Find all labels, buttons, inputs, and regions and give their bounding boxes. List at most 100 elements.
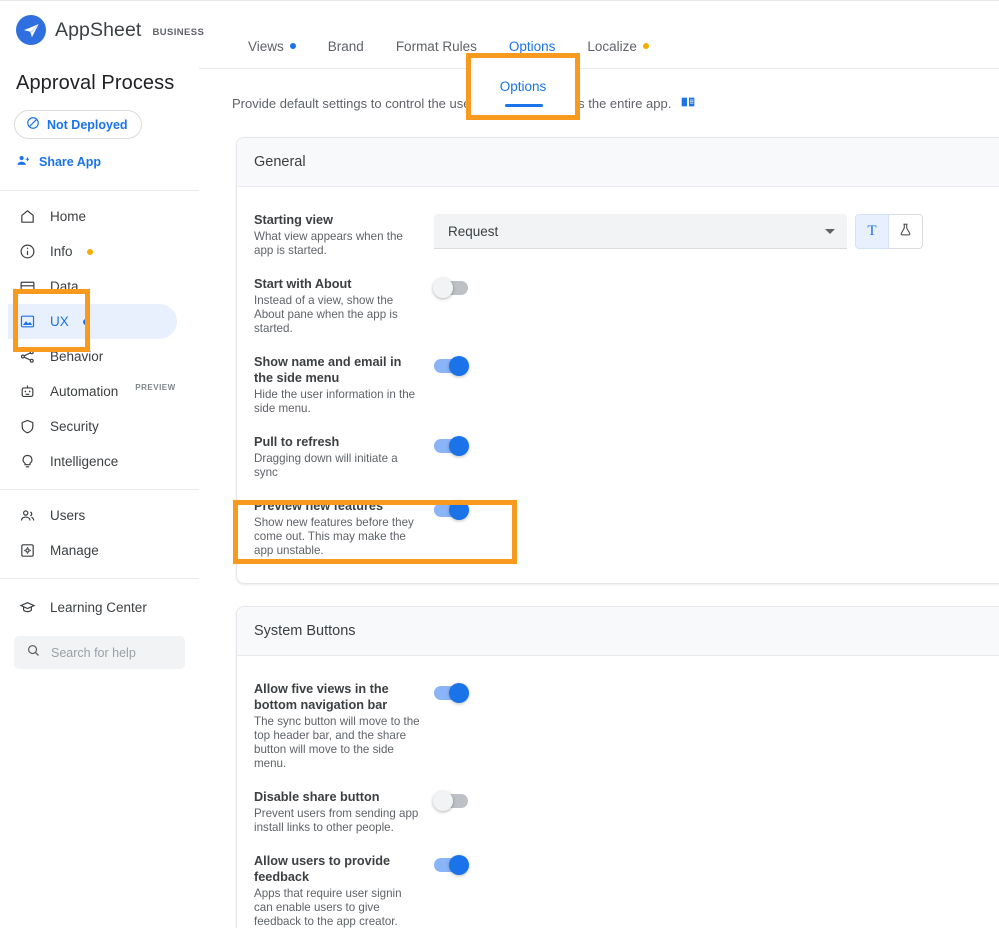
sidebar-item-learning-center[interactable]: Learning Center: [0, 590, 199, 625]
setting-label: Starting view What view appears when the…: [254, 212, 434, 258]
setting-label: Allow users to provide feedback Apps tha…: [254, 853, 434, 928]
robot-icon: [18, 383, 36, 401]
deploy-status-chip[interactable]: Not Deployed: [14, 110, 142, 139]
gear-box-icon: [18, 542, 36, 560]
home-icon: [18, 208, 36, 226]
setting-label: Allow five views in the bottom navigatio…: [254, 681, 434, 771]
sidebar-item-badge: [86, 248, 93, 255]
brand-tier: BUSINESS: [152, 26, 205, 38]
card-body: Allow five views in the bottom navigatio…: [237, 656, 999, 928]
sidebar-item-label: Info: [50, 244, 73, 259]
setting-title: Pull to refresh: [254, 435, 340, 449]
sidebar-nav-learning: Learning Center: [0, 579, 199, 625]
tab-label: Brand: [327, 38, 364, 54]
database-icon: [18, 278, 36, 296]
sidebar-item-automation[interactable]: Automation PREVIEW: [0, 374, 199, 409]
setting-sub: The sync button will move to the top hea…: [254, 715, 420, 770]
sidebar-item-info[interactable]: Info: [0, 234, 199, 269]
tab-label: Format Rules: [395, 38, 477, 54]
tab-badge: [642, 43, 649, 49]
setting-title: Disable share button: [254, 790, 380, 804]
sidebar-item-data[interactable]: Data: [0, 269, 199, 304]
sidebar-item-manage[interactable]: Manage: [0, 533, 199, 568]
book-icon[interactable]: [680, 94, 696, 113]
card-general: General Starting view What view appears …: [236, 137, 999, 584]
setting-control: [434, 498, 469, 520]
setting-control: Request T: [434, 212, 923, 249]
share-app-button[interactable]: Share App: [16, 153, 101, 171]
deploy-status-label: Not Deployed: [47, 117, 128, 132]
card-system-buttons: System Buttons Allow five views in the b…: [236, 606, 999, 928]
lightbulb-icon: [18, 453, 36, 471]
search-help-box[interactable]: [14, 636, 185, 669]
sidebar-item-home[interactable]: Home: [0, 199, 199, 234]
sidebar-item-ux[interactable]: UX: [0, 304, 199, 339]
app-title: Approval Process: [16, 72, 175, 94]
setting-control: [433, 789, 468, 811]
share-app-label: Share App: [39, 155, 102, 169]
setting-label: Disable share button Prevent users from …: [254, 789, 434, 835]
image-icon: [18, 313, 36, 331]
setting-control: [434, 434, 469, 456]
card-body: Starting view What view appears when the…: [237, 187, 999, 583]
sidebar-item-users[interactable]: Users: [0, 498, 199, 533]
options-tab-active-underline: [505, 104, 543, 107]
sidebar-item-badge: [82, 318, 89, 325]
shield-icon: [18, 418, 36, 436]
setting-show-name-email: Show name and email in the side menu Hid…: [237, 345, 999, 425]
tab-label: Views: [248, 38, 284, 54]
sidebar-item-label: Data: [50, 279, 79, 294]
formula-test-button[interactable]: [889, 214, 923, 249]
tabbar: Views Brand Format Rules Options Localiz…: [199, 1, 999, 69]
brand[interactable]: AppSheet BUSINESS: [0, 1, 204, 45]
sidebar-item-security[interactable]: Security: [0, 409, 199, 444]
allow-five-views-toggle[interactable]: [434, 683, 469, 703]
setting-sub: Show new features before they come out. …: [254, 516, 414, 557]
sidebar-item-label: Automation: [50, 384, 119, 399]
tab-label: Options: [499, 79, 547, 94]
sidebar-item-label: Home: [50, 209, 87, 224]
sidebar-item-intelligence[interactable]: Intelligence: [0, 444, 199, 479]
starting-view-select[interactable]: Request: [434, 214, 847, 249]
tab-label: Options: [508, 38, 556, 54]
search-icon: [26, 643, 41, 663]
paper-plane-icon: [16, 15, 46, 45]
info-icon: [18, 243, 36, 261]
main-content: Views Brand Format Rules Options Localiz…: [199, 1, 999, 928]
pull-to-refresh-toggle[interactable]: [434, 436, 469, 456]
setting-label: Pull to refresh Dragging down will initi…: [254, 434, 434, 480]
setting-title: Preview new features: [254, 499, 384, 513]
brand-name: AppSheet: [55, 18, 142, 41]
sidebar-nav-secondary: Users Manage: [0, 490, 199, 568]
text-format-button[interactable]: T: [855, 214, 889, 249]
setting-sub: Apps that require user signin can enable…: [254, 887, 402, 928]
users-icon: [18, 507, 36, 525]
setting-starting-view: Starting view What view appears when the…: [237, 203, 999, 267]
show-name-email-toggle[interactable]: [434, 356, 469, 376]
setting-control: [434, 354, 469, 376]
starting-view-value: Request: [448, 223, 499, 239]
sidebar-nav-primary: Home Info Data UX Behavior Automation PR…: [0, 191, 199, 479]
chevron-down-icon: [825, 228, 835, 234]
setting-title: Starting view: [254, 213, 333, 227]
sidebar-item-label: UX: [50, 314, 69, 329]
setting-title: Allow users to provide feedback: [254, 854, 391, 884]
tab-label: Localize: [587, 38, 637, 54]
setting-start-with-about: Start with About Instead of a view, show…: [237, 267, 999, 345]
person-add-icon: [16, 153, 31, 171]
allow-feedback-toggle[interactable]: [434, 855, 469, 875]
preview-new-features-toggle[interactable]: [434, 500, 469, 520]
start-with-about-toggle[interactable]: [433, 278, 468, 298]
setting-allow-five-views: Allow five views in the bottom navigatio…: [237, 672, 999, 780]
disable-share-button-toggle[interactable]: [433, 791, 468, 811]
sidebar-item-label: Manage: [50, 543, 99, 558]
tab-brand[interactable]: Brand: [312, 23, 380, 69]
tab-localize[interactable]: Localize: [571, 23, 665, 69]
setting-sub: Hide the user information in the side me…: [254, 388, 416, 415]
starting-view-select-group: Request T: [434, 214, 923, 249]
sidebar-item-behavior[interactable]: Behavior: [0, 339, 199, 374]
tab-views[interactable]: Views: [232, 23, 312, 69]
sidebar-item-label: Users: [50, 508, 86, 523]
graduation-cap-icon: [18, 599, 36, 617]
search-help-input[interactable]: [51, 645, 171, 660]
